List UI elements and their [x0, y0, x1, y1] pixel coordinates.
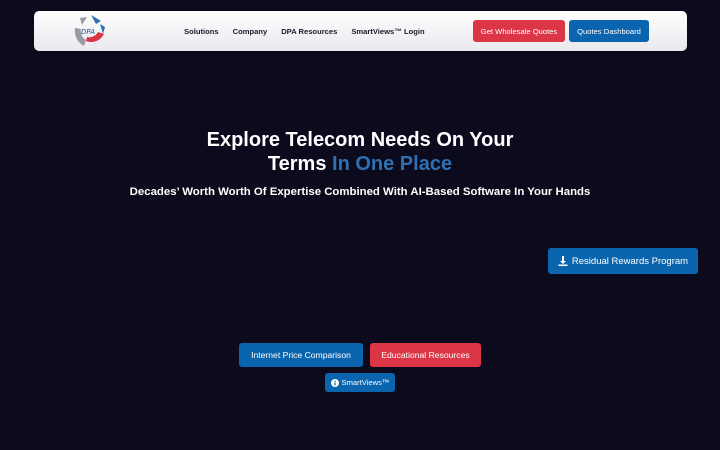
educational-resources-button[interactable]: Educational Resources — [370, 343, 481, 367]
hero-title: Explore Telecom Needs On Your Terms In O… — [0, 128, 720, 176]
nav-dpa-resources[interactable]: DPA Resources — [281, 27, 337, 36]
svg-text:DPA: DPA — [81, 28, 95, 36]
internet-price-comparison-button[interactable]: Internet Price Comparison — [239, 343, 363, 367]
top-navbar: DPA Solutions Company DPA Resources Smar… — [34, 11, 687, 51]
residual-rewards-button[interactable]: Residual Rewards Program — [548, 248, 698, 274]
residual-rewards-label: Residual Rewards Program — [571, 255, 689, 267]
download-icon — [558, 256, 568, 266]
smartviews-button[interactable]: SmartViews™ — [325, 373, 395, 392]
dpa-logo[interactable]: DPA — [70, 12, 108, 50]
hero-title-line2: Terms In One Place — [0, 152, 720, 176]
hero-title-line1: Explore Telecom Needs On Your — [206, 129, 514, 151]
nav-company[interactable]: Company — [233, 27, 268, 36]
hero-subtitle: Decades’ Worth Worth Of Expertise Combin… — [129, 186, 591, 198]
main-nav: Solutions Company DPA Resources SmartVie… — [184, 11, 425, 51]
hero-title-plain: Terms — [267, 153, 327, 175]
smartviews-label: SmartViews™ — [341, 378, 390, 387]
dpa-logo-icon: DPA — [74, 15, 105, 46]
quotes-dashboard-button[interactable]: Quotes Dashboard — [569, 20, 649, 42]
get-wholesale-quotes-button[interactable]: Get Wholesale Quotes — [473, 20, 565, 42]
info-icon — [330, 378, 339, 387]
nav-solutions[interactable]: Solutions — [184, 27, 219, 36]
nav-smartviews-login[interactable]: SmartViews™ Login — [351, 27, 424, 36]
hero-title-accent: In One Place — [332, 153, 453, 175]
